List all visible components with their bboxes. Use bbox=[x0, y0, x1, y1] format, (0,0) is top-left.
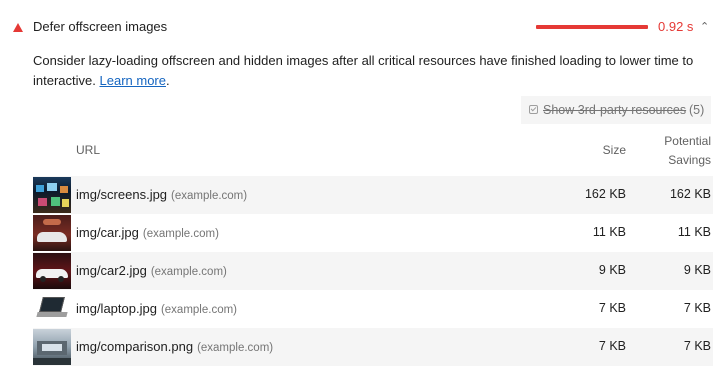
url-text[interactable]: img/laptop.jpg bbox=[76, 301, 157, 316]
learn-more-link[interactable]: Learn more bbox=[100, 73, 166, 88]
row-savings: 11 KB bbox=[677, 225, 711, 239]
table-row: img/car.jpg (example.com) 11 KB 11 KB bbox=[33, 214, 713, 252]
image-thumbnail bbox=[33, 215, 71, 251]
url-text[interactable]: img/screens.jpg bbox=[76, 187, 167, 202]
table-row: img/screens.jpg (example.com) 162 KB 162 … bbox=[33, 176, 713, 214]
audit-title: Defer offscreen images bbox=[33, 19, 168, 34]
savings-header-line1: Potential bbox=[664, 134, 711, 148]
image-thumbnail bbox=[33, 253, 71, 289]
row-url[interactable]: img/screens.jpg (example.com) bbox=[76, 187, 247, 202]
third-party-checkbox[interactable] bbox=[529, 105, 538, 114]
url-origin: (example.com) bbox=[197, 342, 274, 354]
third-party-label: Show 3rd-party resources bbox=[543, 103, 686, 117]
column-header-savings: Potential Savings bbox=[641, 132, 711, 170]
table-header: URL Size Potential Savings bbox=[33, 128, 713, 174]
row-size: 7 KB bbox=[598, 301, 626, 315]
url-text[interactable]: img/comparison.png bbox=[76, 339, 193, 354]
row-savings: 162 KB bbox=[669, 187, 711, 201]
url-text[interactable]: img/car2.jpg bbox=[76, 263, 147, 278]
url-origin: (example.com) bbox=[171, 190, 248, 202]
audit-description: Consider lazy-loading offscreen and hidd… bbox=[33, 51, 703, 91]
savings-bar bbox=[536, 25, 648, 29]
table-row: img/car2.jpg (example.com) 9 KB 9 KB bbox=[33, 252, 713, 290]
row-url[interactable]: img/comparison.png (example.com) bbox=[76, 339, 273, 354]
image-thumbnail bbox=[33, 329, 71, 365]
third-party-filter[interactable]: Show 3rd-party resources (5) bbox=[521, 96, 711, 124]
description-period: . bbox=[165, 73, 170, 88]
column-header-size: Size bbox=[602, 143, 626, 157]
column-header-url: URL bbox=[76, 143, 101, 157]
image-thumbnail bbox=[33, 291, 71, 327]
row-size: 9 KB bbox=[598, 263, 626, 277]
row-savings: 7 KB bbox=[683, 301, 711, 315]
row-size: 11 KB bbox=[592, 225, 626, 239]
table-row: img/laptop.jpg (example.com) 7 KB 7 KB bbox=[33, 290, 713, 328]
third-party-label-text: Show 3rd-party resources bbox=[543, 103, 687, 117]
row-size: 7 KB bbox=[598, 339, 626, 353]
fail-triangle-icon bbox=[13, 23, 23, 32]
row-url[interactable]: img/car.jpg (example.com) bbox=[76, 225, 219, 240]
table-row: img/comparison.png (example.com) 7 KB 7 K… bbox=[33, 328, 713, 366]
chevron-up-icon[interactable]: ⌃ bbox=[700, 20, 709, 33]
audit-header[interactable]: Defer offscreen images 0.92 s ⌃ bbox=[0, 0, 724, 56]
row-url[interactable]: img/car2.jpg (example.com) bbox=[76, 263, 227, 278]
url-origin: (example.com) bbox=[160, 304, 238, 316]
url-origin: (example.com) bbox=[142, 228, 219, 240]
row-savings: 7 KB bbox=[683, 339, 711, 353]
url-text[interactable]: img/car.jpg bbox=[76, 225, 139, 240]
url-origin: (example.com) bbox=[150, 266, 227, 278]
row-size: 162 KB bbox=[584, 187, 626, 201]
image-thumbnail bbox=[33, 177, 71, 213]
savings-header-line2: Savings bbox=[668, 153, 711, 167]
savings-value: 0.92 s bbox=[658, 19, 694, 34]
third-party-count: (5) bbox=[689, 103, 705, 117]
table-body: img/screens.jpg (example.com) 162 KB 162 … bbox=[33, 176, 713, 366]
row-savings: 9 KB bbox=[683, 263, 711, 277]
row-url[interactable]: img/laptop.jpg (example.com) bbox=[76, 301, 237, 316]
